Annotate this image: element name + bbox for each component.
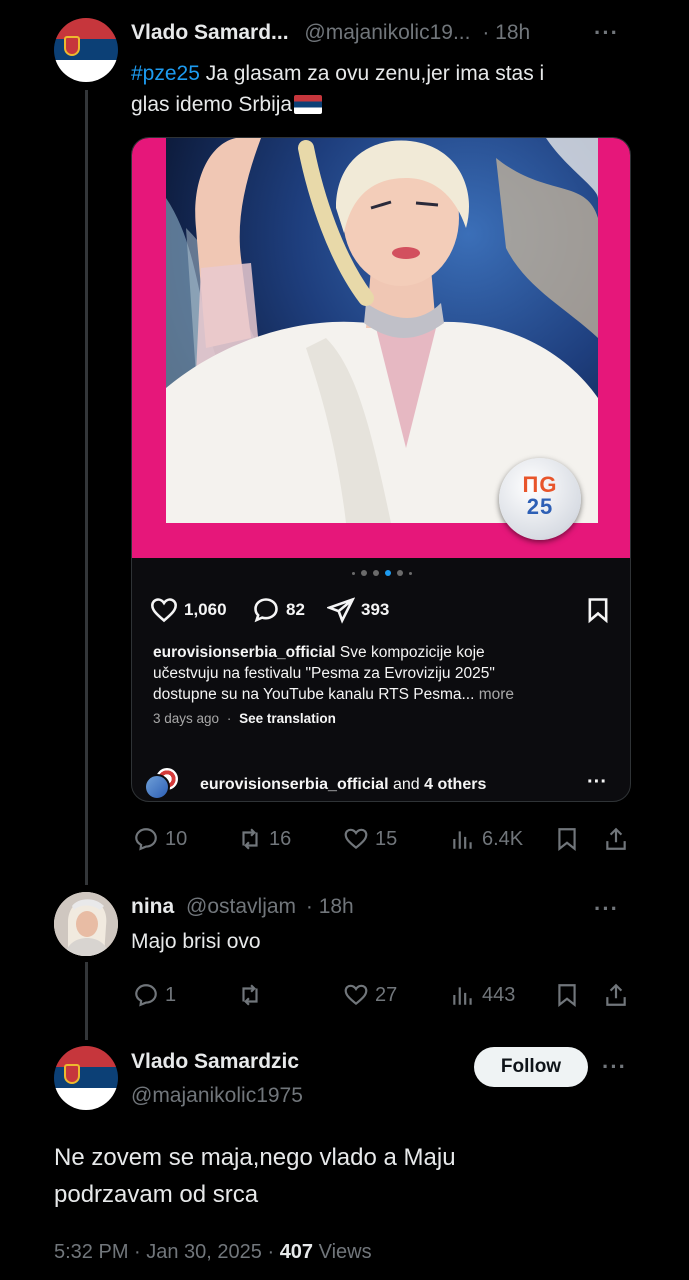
avatar[interactable] [54,1046,118,1110]
bookmark-button[interactable] [554,982,580,1008]
ig-caption: eurovisionserbia_official Sve kompozicij… [153,644,515,703]
reply-button[interactable]: 10 [133,826,187,852]
like-count: 15 [375,827,398,850]
author-name[interactable]: Vlado Samard... [131,21,289,44]
carousel-dot [361,570,367,576]
avatar[interactable] [54,892,118,956]
serbian-crest-icon [64,36,80,56]
tweet-meta: 5:32 PM · Jan 30, 2025 · 407 Views [54,1241,372,1263]
ig-comment[interactable]: 82 [252,596,305,624]
reply-text: Majo brisi ovo [131,930,261,953]
repost-icon [242,984,258,1006]
more-options-icon[interactable]: ··· [594,896,619,922]
ig-like-count: 1,060 [184,600,227,619]
reply-button[interactable]: 1 [133,982,176,1008]
bookmark-icon [588,598,608,624]
ig-meta: 3 days ago · See translation [153,711,336,726]
more-options-icon[interactable]: ··· [602,1054,627,1080]
author-handle[interactable]: @ostavljam [186,895,296,918]
like-count: 27 [375,983,398,1006]
ig-share-count: 393 [361,600,390,619]
main-author-handle[interactable]: @majanikolic1975 [131,1084,303,1108]
carousel-dot-active [385,570,391,576]
embed-photo[interactable]: ПG 25 [132,138,630,558]
ig-time-ago: 3 days ago [153,711,220,726]
repost-icon [242,828,258,850]
ig-save[interactable] [584,596,612,624]
reply-icon [135,828,157,851]
views-count: 443 [482,983,516,1006]
views-button[interactable]: 443 [450,982,515,1008]
ig-footer-text: eurovisionserbia_official and 4 others [200,776,487,793]
heart-icon [344,828,368,850]
tweet-text: #pze25 Ja glasam za ovu zenu,jer ima sta… [131,62,545,116]
views-count: 407 [279,1241,314,1263]
ig-like[interactable]: 1,060 [150,596,227,624]
tweet-timestamp[interactable]: 5:32 PM · Jan 30, 2025 · [54,1241,280,1263]
see-translation-link[interactable]: See translation [239,711,336,726]
serbian-crest-icon [64,1064,80,1084]
ig-comment-count: 82 [286,600,305,619]
pze25-logo-badge: ПG 25 [499,458,581,540]
carousel-dots [132,570,630,576]
reply-count: 10 [165,827,188,850]
comment-bubble-icon [254,598,278,623]
views-button[interactable]: 6.4K [450,826,523,852]
share-button[interactable] [603,826,629,852]
repost-button[interactable]: 16 [237,826,291,852]
user-photo [54,892,118,956]
more-options-icon[interactable]: ··· [594,20,619,46]
carousel-dot [409,571,412,575]
ig-footer-avatars[interactable] [144,766,184,800]
carousel-dot [373,570,379,576]
ig-share[interactable]: 393 [327,596,389,624]
bar-chart-icon [453,831,472,849]
tweet-header: Vlado Samard... @majanikolic19... · 18h [131,21,530,45]
heart-icon [151,598,177,623]
main-tweet-text: Ne zovem se maja,nego vlado a Maju podrz… [54,1144,456,1208]
main-author-name[interactable]: Vlado Samardzic [131,1050,299,1074]
views-count: 6.4K [482,827,524,850]
footer-others-link[interactable]: 4 others [424,776,486,793]
bookmark-button[interactable] [554,826,580,852]
like-button[interactable]: 15 [343,826,397,852]
hashtag-link[interactable]: #pze25 [131,62,200,85]
footer-username[interactable]: eurovisionserbia_official [200,776,389,793]
ig-more-icon[interactable]: ··· [587,771,607,794]
reply-icon [135,984,157,1007]
thread-line [85,90,88,885]
tweet-time[interactable]: · 18h [306,895,354,918]
carousel-dot [397,570,403,576]
bookmark-icon [558,984,576,1007]
paper-plane-icon [327,597,355,624]
follow-button[interactable]: Follow [474,1047,588,1087]
repost-button[interactable] [237,982,269,1008]
serbian-flag-icon [294,95,323,114]
tweet-time[interactable]: · 18h [482,21,530,44]
author-name[interactable]: nina [131,895,174,918]
reply-header: nina @ostavljam · 18h [131,895,354,919]
author-handle[interactable]: @majanikolic19... [304,21,470,44]
caption-username[interactable]: eurovisionserbia_official [153,644,336,661]
instagram-embed[interactable]: ПG 25 1,060 82 393 eurovisionserbia_offi… [131,137,631,802]
bookmark-icon [558,828,576,851]
reply-count: 1 [165,983,177,1006]
like-button[interactable]: 27 [343,982,397,1008]
thread-line [85,962,88,1040]
repost-count: 16 [269,827,292,850]
bar-chart-icon [453,987,472,1005]
caption-more-link[interactable]: more [474,686,514,703]
share-button[interactable] [603,982,629,1008]
share-icon [606,983,626,1006]
avatar[interactable] [54,18,118,82]
carousel-dot [352,571,355,575]
share-icon [606,827,626,850]
heart-icon [344,984,368,1006]
